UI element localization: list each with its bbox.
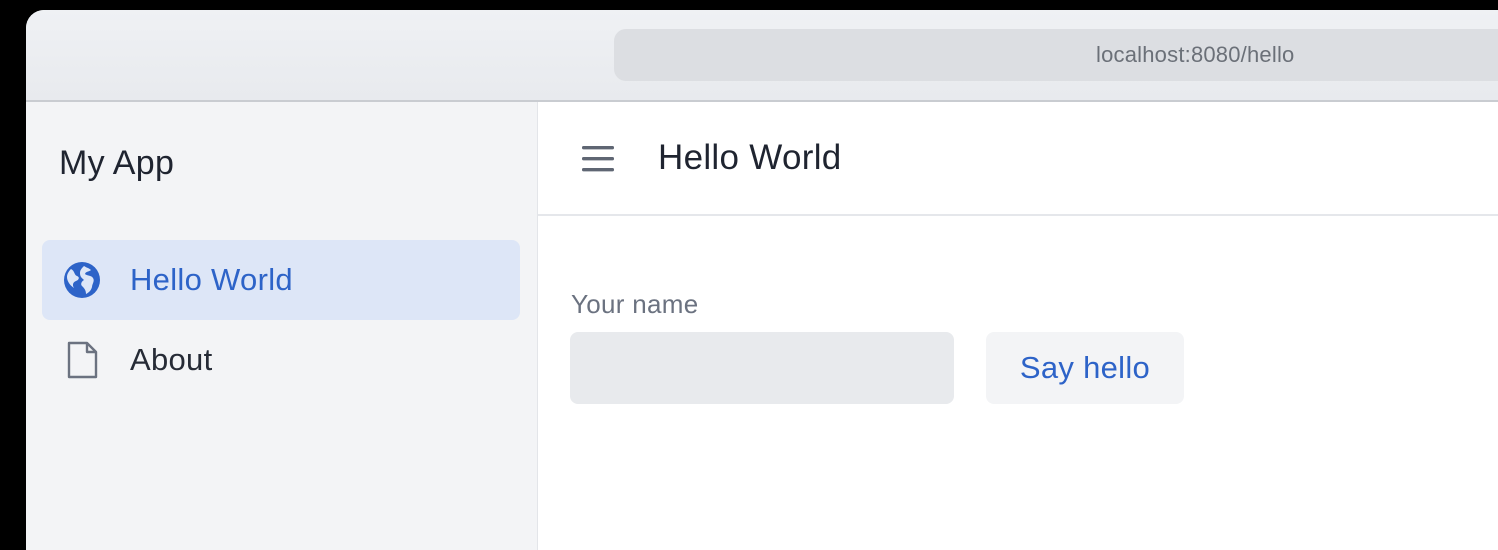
main-content: Hello World Your name Say hello <box>538 102 1498 550</box>
browser-chrome: localhost:8080/hello <box>26 10 1498 102</box>
url-text: localhost:8080/hello <box>1096 42 1295 67</box>
browser-window: localhost:8080/hello My App Hello World … <box>26 10 1498 550</box>
name-input[interactable] <box>570 332 954 404</box>
sidebar-item-hello-world[interactable]: Hello World <box>42 240 520 320</box>
app-title: My App <box>59 144 175 182</box>
name-field-label: Your name <box>571 289 699 319</box>
hamburger-menu-icon[interactable] <box>580 144 616 174</box>
sidebar-item-label: Hello World <box>130 262 293 297</box>
address-bar[interactable]: localhost:8080/hello <box>614 29 1498 81</box>
sidebar: My App Hello World About <box>26 102 538 550</box>
say-hello-button[interactable]: Say hello <box>986 332 1184 404</box>
sidebar-item-label: About <box>130 342 213 377</box>
page-header: Hello World <box>538 102 1498 216</box>
sidebar-item-about[interactable]: About <box>42 320 520 400</box>
file-icon <box>67 341 98 379</box>
globe-icon <box>64 262 100 298</box>
page-title: Hello World <box>658 138 842 177</box>
